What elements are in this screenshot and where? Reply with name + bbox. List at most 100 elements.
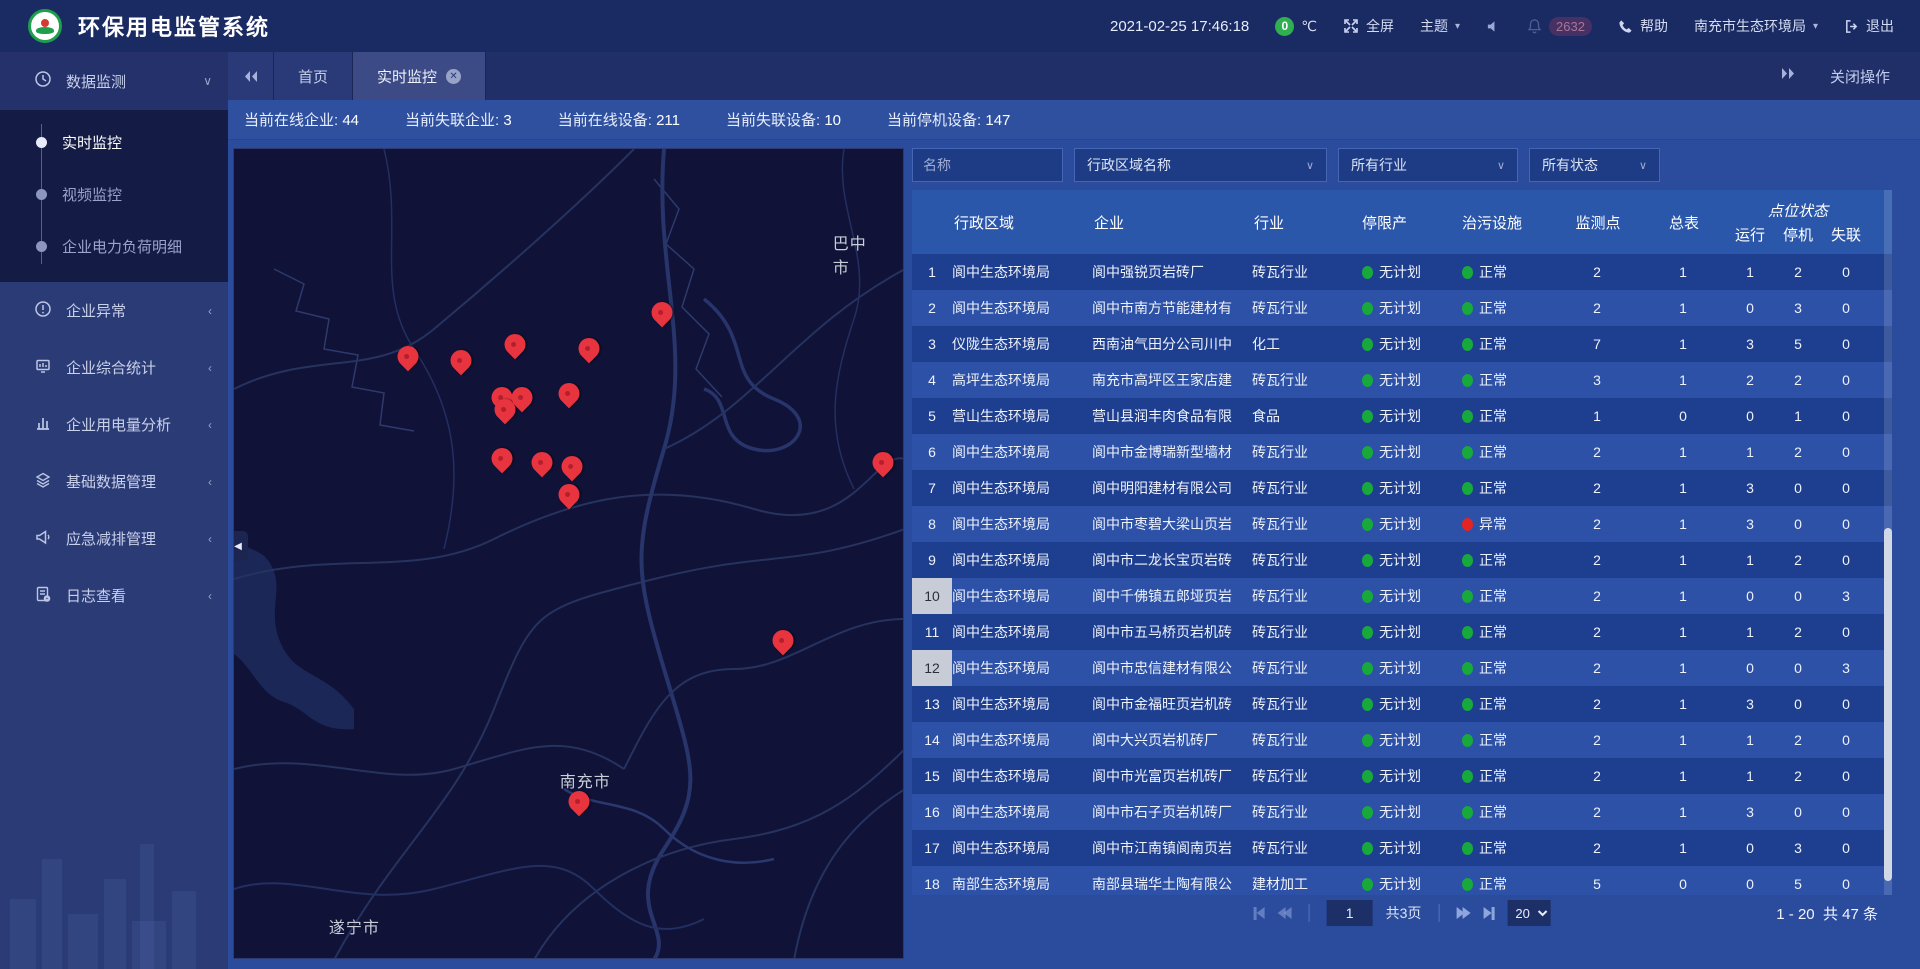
facility-status-text: 正常: [1479, 550, 1507, 570]
row-index: 1: [912, 254, 952, 290]
limit-status-text: 无计划: [1379, 622, 1421, 642]
sidebar-item-5[interactable]: 应急减排管理‹: [0, 510, 228, 567]
stat-0: 当前在线企业: 44: [244, 109, 359, 130]
cell-lost: 0: [1822, 506, 1870, 542]
table-body: 1阆中生态环境局阆中强锐页岩砖厂砖瓦行业无计划正常211202阆中生态环境局阆中…: [912, 254, 1892, 895]
table-row[interactable]: 4高坪生态环境局南充市高坪区王家店建砖瓦行业无计划正常31220: [912, 362, 1892, 398]
sidebar-item-6[interactable]: 日志查看‹: [0, 567, 228, 624]
table-row[interactable]: 11阆中生态环境局阆中市五马桥页岩机砖砖瓦行业无计划正常21120: [912, 614, 1892, 650]
cell-lost: 0: [1822, 434, 1870, 470]
col-header-region: 行政区域: [952, 190, 1092, 254]
phone-icon: [1618, 19, 1633, 34]
cell-points: 2: [1554, 614, 1640, 650]
limit-status-text: 无计划: [1379, 370, 1421, 390]
table-row[interactable]: 1阆中生态环境局阆中强锐页岩砖厂砖瓦行业无计划正常21120: [912, 254, 1892, 290]
sidebar-subitem-label: 实时监控: [62, 132, 122, 153]
stat-4: 当前停机设备: 147: [887, 109, 1010, 130]
close-operations-button[interactable]: 关闭操作: [1830, 66, 1890, 87]
status-dot-green: [1462, 842, 1473, 855]
row-index: 10: [912, 578, 952, 614]
table-row[interactable]: 15阆中生态环境局阆中市光富页岩机砖厂砖瓦行业无计划正常21120: [912, 758, 1892, 794]
next-page-button[interactable]: [1456, 907, 1470, 919]
cell-limit-status: 无计划: [1352, 326, 1452, 362]
sidebar-item-1[interactable]: 企业异常‹: [0, 282, 228, 339]
sidebar-item-3[interactable]: 企业用电量分析‹: [0, 396, 228, 453]
facility-status-text: 正常: [1479, 298, 1507, 318]
cell-points: 2: [1554, 506, 1640, 542]
chevron-down-icon: ▾: [1813, 21, 1818, 32]
tabs-scroll-left-button[interactable]: [228, 52, 274, 100]
table-row[interactable]: 5营山生态环境局营山县润丰肉食品有限食品无计划正常10010: [912, 398, 1892, 434]
sidebar-subitem-0-1[interactable]: 视频监控: [0, 168, 228, 220]
sidebar-subitem-0-2[interactable]: 企业电力负荷明细: [0, 220, 228, 272]
sound-button[interactable]: [1486, 19, 1501, 34]
facility-status-text: 正常: [1479, 874, 1507, 894]
tabs-scroll-right-button[interactable]: [1780, 67, 1796, 85]
table-row[interactable]: 12阆中生态环境局阆中市忠信建材有限公砖瓦行业无计划正常21003: [912, 650, 1892, 686]
org-dropdown[interactable]: 南充市生态环境局 ▾: [1694, 16, 1818, 36]
table-row[interactable]: 17阆中生态环境局阆中市江南镇阆南页岩砖瓦行业无计划正常21030: [912, 830, 1892, 866]
tab-1[interactable]: 实时监控✕: [353, 52, 486, 100]
table-row[interactable]: 10阆中生态环境局阆中千佛镇五郎垭页岩砖瓦行业无计划正常21003: [912, 578, 1892, 614]
row-index: 2: [912, 290, 952, 326]
table-header: 行政区域 企业 行业 停限产 治污设施 监测点 总表 点位状态 运行 停机 失联: [912, 190, 1892, 254]
last-page-button[interactable]: [1483, 907, 1494, 920]
table-row[interactable]: 6阆中生态环境局阆中市金博瑞新型墙材砖瓦行业无计划正常21120: [912, 434, 1892, 470]
double-chevron-right-icon: [1780, 67, 1796, 80]
table-row[interactable]: 3仪陇生态环境局西南油气田分公司川中化工无计划正常71350: [912, 326, 1892, 362]
table-row[interactable]: 16阆中生态环境局阆中市石子页岩机砖厂砖瓦行业无计划正常21300: [912, 794, 1892, 830]
cell-meters: 1: [1640, 650, 1726, 686]
cell-meters: 0: [1640, 866, 1726, 895]
help-button[interactable]: 帮助: [1618, 16, 1668, 36]
region-filter-select[interactable]: 行政区域名称 ∨: [1074, 148, 1327, 182]
map-collapse-handle[interactable]: ◀: [233, 531, 248, 561]
cell-industry: 砖瓦行业: [1252, 578, 1352, 614]
logout-button[interactable]: 退出: [1844, 16, 1894, 36]
status-dot-green: [1462, 806, 1473, 819]
sidebar-item-2[interactable]: 企业综合统计‹: [0, 339, 228, 396]
fullscreen-button[interactable]: 全屏: [1343, 16, 1394, 36]
table-row[interactable]: 18南部生态环境局南部县瑞华土陶有限公建材加工无计划正常50050: [912, 866, 1892, 895]
page-size-select[interactable]: 20: [1507, 900, 1550, 926]
table-row[interactable]: 7阆中生态环境局阆中明阳建材有限公司砖瓦行业无计划正常21300: [912, 470, 1892, 506]
theme-dropdown[interactable]: 主题 ▾: [1420, 16, 1460, 36]
table-row[interactable]: 8阆中生态环境局阆中市枣碧大梁山页岩砖瓦行业无计划异常21300: [912, 506, 1892, 542]
notifications[interactable]: 2632: [1527, 17, 1592, 36]
cell-points: 2: [1554, 758, 1640, 794]
sidebar-item-0[interactable]: 数据监测∨: [0, 52, 228, 110]
sidebar-item-4[interactable]: 基础数据管理‹: [0, 453, 228, 510]
industry-filter-select[interactable]: 所有行业 ∨: [1338, 148, 1518, 182]
name-filter-input[interactable]: [912, 148, 1063, 182]
sidebar-subitem-0-0[interactable]: 实时监控: [0, 116, 228, 168]
cell-lost: 0: [1822, 254, 1870, 290]
tab-0[interactable]: 首页: [274, 52, 353, 100]
prev-page-button[interactable]: [1278, 907, 1292, 919]
row-index: 6: [912, 434, 952, 470]
first-page-button[interactable]: [1254, 907, 1265, 920]
row-index: 9: [912, 542, 952, 578]
cell-points: 2: [1554, 794, 1640, 830]
col-header-index: [912, 190, 952, 254]
layers-icon: [34, 471, 52, 493]
page-number-input[interactable]: [1327, 900, 1373, 926]
limit-status-text: 无计划: [1379, 658, 1421, 678]
chevron-left-icon: ‹: [208, 418, 212, 432]
cell-limit-status: 无计划: [1352, 398, 1452, 434]
cell-lost: 0: [1822, 686, 1870, 722]
table-row[interactable]: 9阆中生态环境局阆中市二龙长宝页岩砖砖瓦行业无计划正常21120: [912, 542, 1892, 578]
stat-label: 当前在线企业:: [244, 112, 342, 129]
status-filter-select[interactable]: 所有状态 ∨: [1529, 148, 1660, 182]
status-dot-green: [1462, 446, 1473, 459]
map[interactable]: ◀ 巴中市南充市遂宁市: [233, 148, 904, 959]
cell-meters: 1: [1640, 830, 1726, 866]
status-dot-red: [1462, 518, 1473, 531]
tab-close-icon[interactable]: ✕: [446, 69, 461, 84]
table-row[interactable]: 14阆中生态环境局阆中大兴页岩机砖厂砖瓦行业无计划正常21120: [912, 722, 1892, 758]
cell-run: 3: [1726, 506, 1774, 542]
table-row[interactable]: 2阆中生态环境局阆中市南方节能建材有砖瓦行业无计划正常21030: [912, 290, 1892, 326]
cell-stop: 2: [1774, 254, 1822, 290]
table-row[interactable]: 13阆中生态环境局阆中市金福旺页岩机砖砖瓦行业无计划正常21300: [912, 686, 1892, 722]
table-scrollbar[interactable]: [1884, 190, 1892, 895]
table-scrollbar-thumb[interactable]: [1884, 528, 1892, 881]
status-dot-green: [1362, 338, 1373, 351]
